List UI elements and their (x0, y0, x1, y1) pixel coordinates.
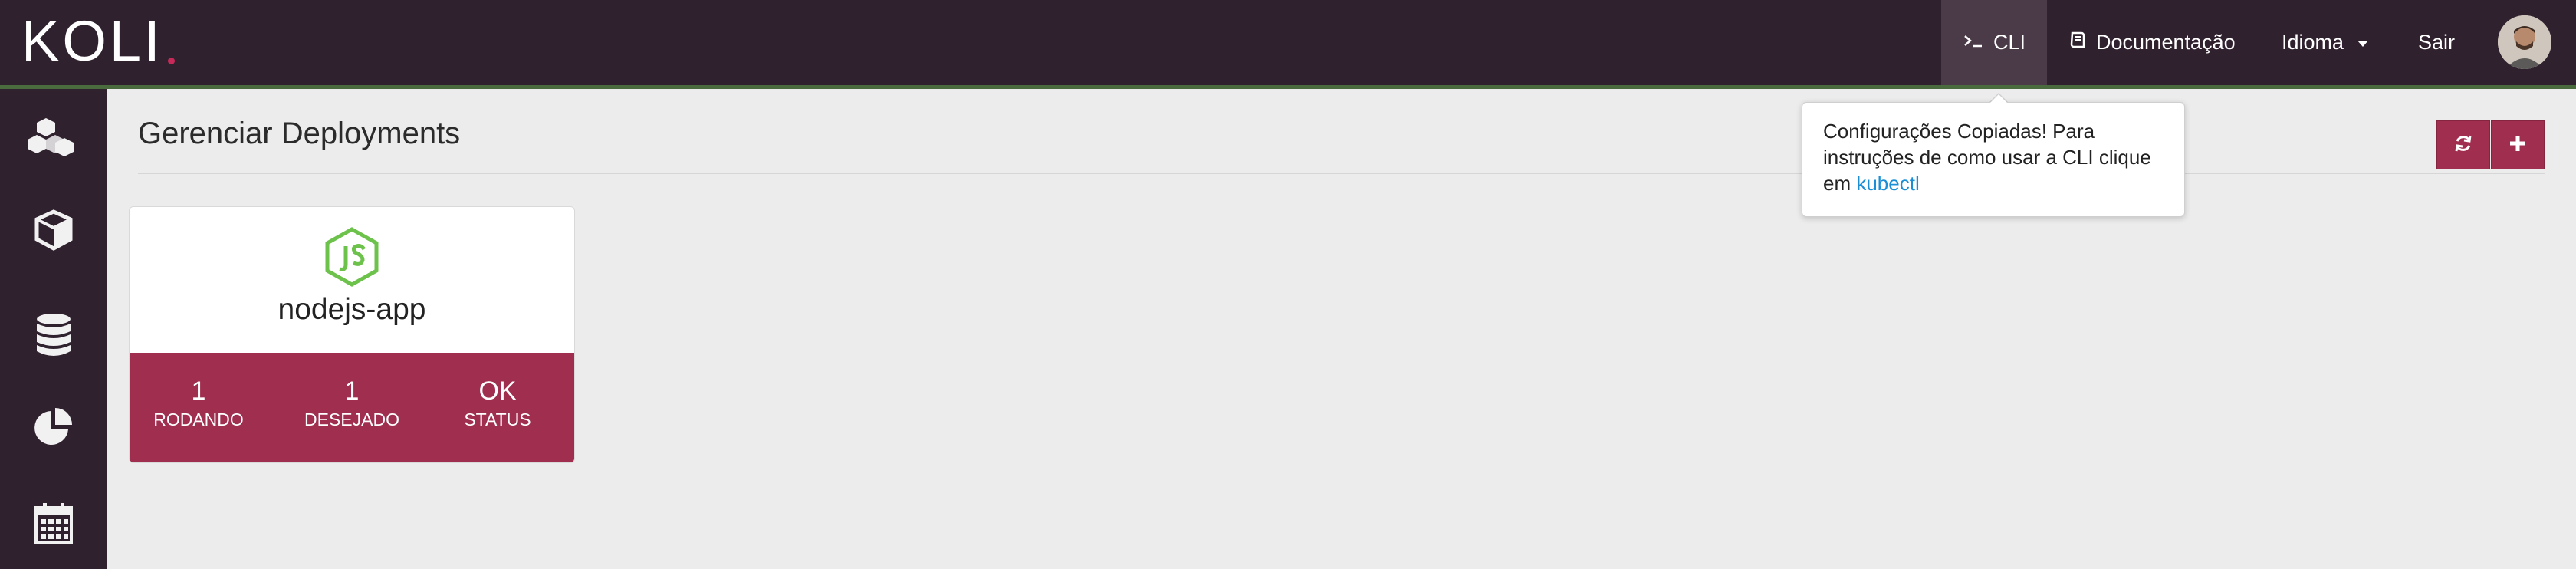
terminal-icon (1963, 31, 1984, 54)
calendar-icon (34, 502, 74, 548)
sidebar-item-pods[interactable] (23, 201, 84, 262)
stat-desired: 1 DESEJADO (283, 376, 421, 431)
navbar-divider (0, 85, 2576, 89)
database-icon (35, 313, 72, 361)
deployment-card[interactable]: nodejs-app 1 RODANDO 1 DESEJADO OK STATU… (129, 206, 575, 463)
cli-tooltip: Configurações Copiadas! Para instruções … (1802, 102, 2185, 217)
stat-status: OK STATUS (429, 376, 567, 431)
refresh-icon (2453, 133, 2473, 157)
sidebar-item-metrics[interactable] (23, 398, 84, 459)
plus-icon (2508, 133, 2528, 157)
desired-label: DESEJADO (304, 409, 399, 429)
logout-link[interactable]: Sair (2418, 0, 2455, 85)
desired-count: 1 (344, 377, 360, 406)
stat-running: 1 RODANDO (130, 376, 268, 431)
user-avatar[interactable] (2498, 15, 2551, 69)
logo-dot (167, 58, 175, 64)
pie-chart-icon (33, 406, 74, 452)
status-value: OK (478, 377, 517, 406)
running-label: RODANDO (153, 409, 244, 429)
sidebar-item-deployments[interactable] (23, 109, 84, 170)
running-count: 1 (191, 377, 206, 406)
cli-label: CLI (1993, 31, 2026, 54)
kubectl-link[interactable]: kubectl (1856, 172, 1919, 195)
page-title: Gerenciar Deployments (138, 117, 461, 150)
language-dropdown[interactable]: Idioma (2282, 0, 2369, 85)
brand-logo[interactable]: KOLI (21, 11, 175, 72)
logout-label: Sair (2418, 31, 2456, 54)
deployment-stats: 1 RODANDO 1 DESEJADO OK STATUS (130, 353, 574, 462)
status-label: STATUS (464, 409, 531, 429)
nodejs-icon (323, 226, 381, 288)
sidebar (0, 89, 107, 569)
book-icon (2070, 31, 2087, 54)
cube-icon (34, 209, 74, 255)
caret-down-icon (2358, 40, 2369, 47)
tooltip-arrow-fill (1990, 94, 2007, 103)
deployment-name: nodejs-app (278, 293, 426, 326)
logo-text: KOLI (21, 9, 163, 73)
documentation-label: Documentação (2096, 31, 2236, 54)
sidebar-item-storage[interactable] (23, 306, 84, 367)
cubes-icon (28, 117, 80, 163)
refresh-button[interactable] (2436, 120, 2490, 169)
sidebar-item-schedule[interactable] (23, 494, 84, 555)
add-deployment-button[interactable] (2491, 120, 2545, 169)
documentation-link[interactable]: Documentação (2070, 0, 2236, 85)
tooltip-message: Configurações Copiadas! Para instruções … (1823, 118, 2168, 196)
cli-button[interactable]: CLI (1941, 0, 2047, 85)
language-label: Idioma (2282, 31, 2344, 54)
